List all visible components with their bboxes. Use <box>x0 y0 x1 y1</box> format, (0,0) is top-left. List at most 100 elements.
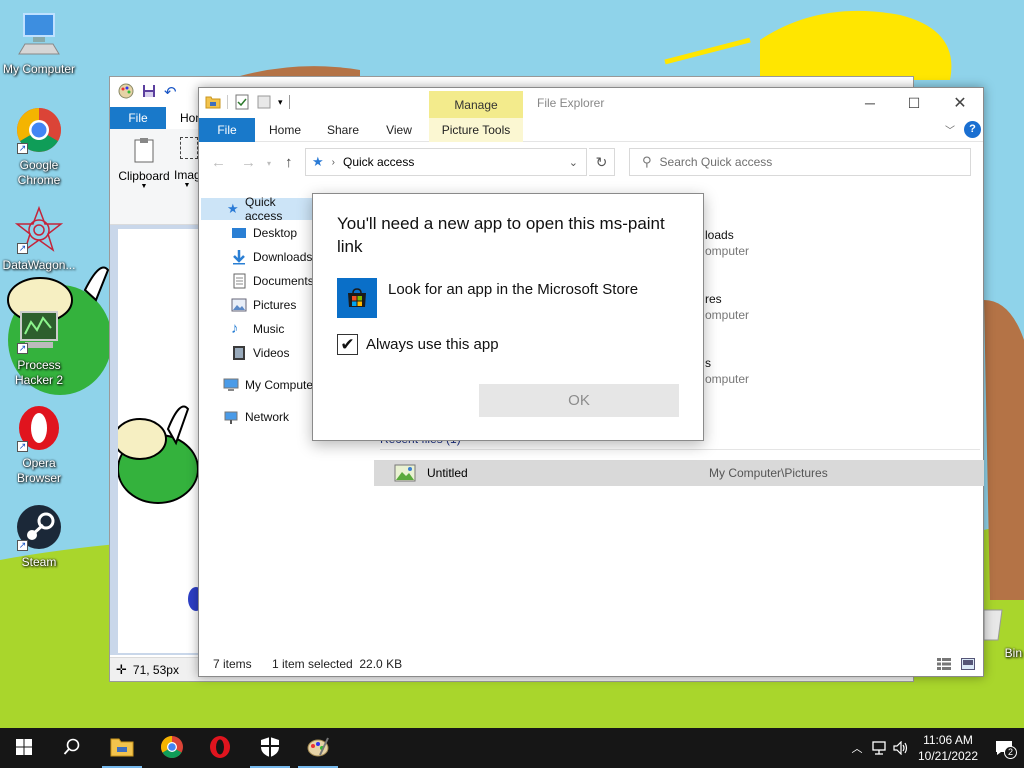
file-path: My Computer\Pictures <box>709 466 828 480</box>
nav-item-desktop[interactable]: Desktop <box>231 222 297 244</box>
tab-picture-tools[interactable]: Picture Tools <box>429 118 523 142</box>
nav-item-label: Downloads <box>253 250 313 264</box>
documents-icon <box>231 273 247 289</box>
maximize-button[interactable]: ☐ <box>891 88 937 118</box>
clipboard-label: Clipboard <box>118 169 170 183</box>
ok-button[interactable]: OK <box>479 384 679 417</box>
start-button[interactable] <box>0 728 48 768</box>
address-dropdown-icon[interactable]: ⌄ <box>569 156 578 169</box>
explorer-titlebar[interactable]: ▾ Manage File Explorer ─ ☐ ✕ <box>199 88 983 118</box>
nav-item-label: Desktop <box>253 226 298 240</box>
process-hacker-icon: ↗ <box>15 306 63 354</box>
desktop-icon-steam[interactable]: ↗ Steam <box>0 503 78 570</box>
opera-icon <box>208 735 232 762</box>
address-path: Quick access <box>343 155 415 169</box>
folder-icon <box>110 737 134 760</box>
desktop-icon-my-computer[interactable]: My Computer <box>0 10 78 77</box>
search-icon: ⚲ <box>642 154 652 169</box>
chevron-up-icon[interactable]: ︿ <box>846 740 868 756</box>
new-folder-icon[interactable] <box>256 94 272 110</box>
nav-item-my-computer[interactable]: My Compute <box>223 374 313 396</box>
search-box[interactable]: ⚲ <box>629 148 971 176</box>
taskbar-paint[interactable] <box>294 728 342 768</box>
address-bar[interactable]: ★ › Quick access ⌄ <box>305 148 587 176</box>
minimize-button[interactable]: ─ <box>847 88 893 118</box>
manage-tab[interactable]: Manage <box>429 91 523 118</box>
recent-locations-icon[interactable]: ▾ <box>267 159 271 168</box>
expand-ribbon-icon[interactable]: ﹀ <box>945 122 955 137</box>
microsoft-store-option[interactable]: Look for an app in the Microsoft Store <box>337 278 687 318</box>
folder-tile-name[interactable]: loads <box>705 228 734 242</box>
always-use-checkbox-row[interactable]: ✔ Always use this app <box>337 334 499 355</box>
folder-tile-name[interactable]: res <box>705 292 722 306</box>
paint-tab-file[interactable]: File <box>110 107 166 129</box>
desktop-icon-process-hacker[interactable]: ↗ Process Hacker 2 <box>0 306 78 388</box>
properties-icon[interactable] <box>234 94 250 110</box>
selection-info: 1 item selected 22.0 KB <box>272 657 403 671</box>
taskbar-search-button[interactable] <box>48 728 96 768</box>
shortcut-arrow-icon: ↗ <box>17 243 28 254</box>
search-input[interactable] <box>659 155 950 169</box>
nav-item-network[interactable]: Network <box>223 406 289 428</box>
select-icon <box>180 137 198 159</box>
customize-toolbar-icon[interactable]: ▾ <box>278 97 283 108</box>
taskbar-opera[interactable] <box>196 728 244 768</box>
forward-arrow-icon[interactable]: → <box>241 154 256 171</box>
chrome-icon <box>160 735 184 762</box>
nav-item-documents[interactable]: Documents <box>231 270 314 292</box>
tab-view[interactable]: View <box>375 118 423 142</box>
clock[interactable]: 11:06 AM 10/21/2022 <box>912 732 984 764</box>
nav-item-label: Network <box>245 410 290 424</box>
clipboard-group[interactable]: Clipboard ▼ <box>116 137 172 190</box>
network-icon <box>223 409 239 425</box>
shortcut-arrow-icon: ↗ <box>17 343 28 354</box>
computer-icon <box>15 10 63 58</box>
up-arrow-icon[interactable]: ↑ <box>285 154 293 171</box>
store-option-label: Look for an app in the Microsoft Store <box>388 281 639 298</box>
desktop-icon-opera-browser[interactable]: ↗ Opera Browser <box>0 404 78 486</box>
nav-item-downloads[interactable]: Downloads <box>231 246 312 268</box>
desktop-icon-google-chrome[interactable]: ↗ Google Chrome <box>0 106 78 188</box>
back-arrow-icon[interactable]: ← <box>211 154 226 171</box>
image-group[interactable]: Imag ▼ <box>174 137 200 189</box>
undo-icon[interactable]: ↶ <box>164 83 177 101</box>
file-row[interactable]: Untitled My Computer\Pictures <box>374 460 984 486</box>
quick-access-star-icon: ★ <box>312 154 324 169</box>
folder-tile-location: omputer <box>705 308 750 322</box>
image-label: Imag <box>174 168 200 182</box>
nav-item-quick-access[interactable]: ★ Quick access <box>201 195 315 223</box>
nav-item-videos[interactable]: Videos <box>231 342 289 364</box>
action-center-button[interactable]: 2 <box>984 740 1024 759</box>
always-use-checkbox[interactable]: ✔ <box>337 334 358 355</box>
tab-file[interactable]: File <box>199 118 255 142</box>
volume-icon[interactable] <box>890 741 912 755</box>
save-icon[interactable] <box>142 84 156 101</box>
downloads-icon <box>231 249 247 265</box>
network-icon[interactable] <box>868 741 890 755</box>
large-icons-view-icon[interactable] <box>961 658 975 670</box>
clipboard-icon <box>132 137 156 163</box>
image-file-icon <box>394 464 416 485</box>
taskbar-file-explorer[interactable] <box>98 728 146 768</box>
close-button[interactable]: ✕ <box>937 88 983 118</box>
paint-canvas[interactable] <box>118 229 200 653</box>
nav-item-music[interactable]: ♪ Music <box>231 318 284 340</box>
notification-count: 2 <box>1004 746 1017 759</box>
refresh-button[interactable]: ↻ <box>589 148 615 176</box>
desktop-icon-label: Steam <box>21 555 57 569</box>
details-view-icon[interactable] <box>937 658 951 670</box>
tab-home[interactable]: Home <box>261 118 309 142</box>
minimize-icon: ─ <box>865 95 875 111</box>
maximize-icon: ☐ <box>907 94 921 111</box>
folder-tile-name[interactable]: s <box>705 356 711 370</box>
nav-item-label: Music <box>253 322 285 336</box>
help-icon[interactable]: ? <box>964 121 981 138</box>
taskbar-chrome[interactable] <box>148 728 196 768</box>
tab-share[interactable]: Share <box>319 118 367 142</box>
nav-item-pictures[interactable]: Pictures <box>231 294 296 316</box>
taskbar-security[interactable] <box>246 728 294 768</box>
opera-icon: ↗ <box>15 404 63 452</box>
address-row: ← → ▾ ↑ ★ › Quick access ⌄ ↻ ⚲ <box>199 142 983 182</box>
open-with-dialog[interactable]: You'll need a new app to open this ms-pa… <box>312 193 704 441</box>
desktop-icon-datawagon[interactable]: ↗ DataWagon... <box>0 205 78 273</box>
